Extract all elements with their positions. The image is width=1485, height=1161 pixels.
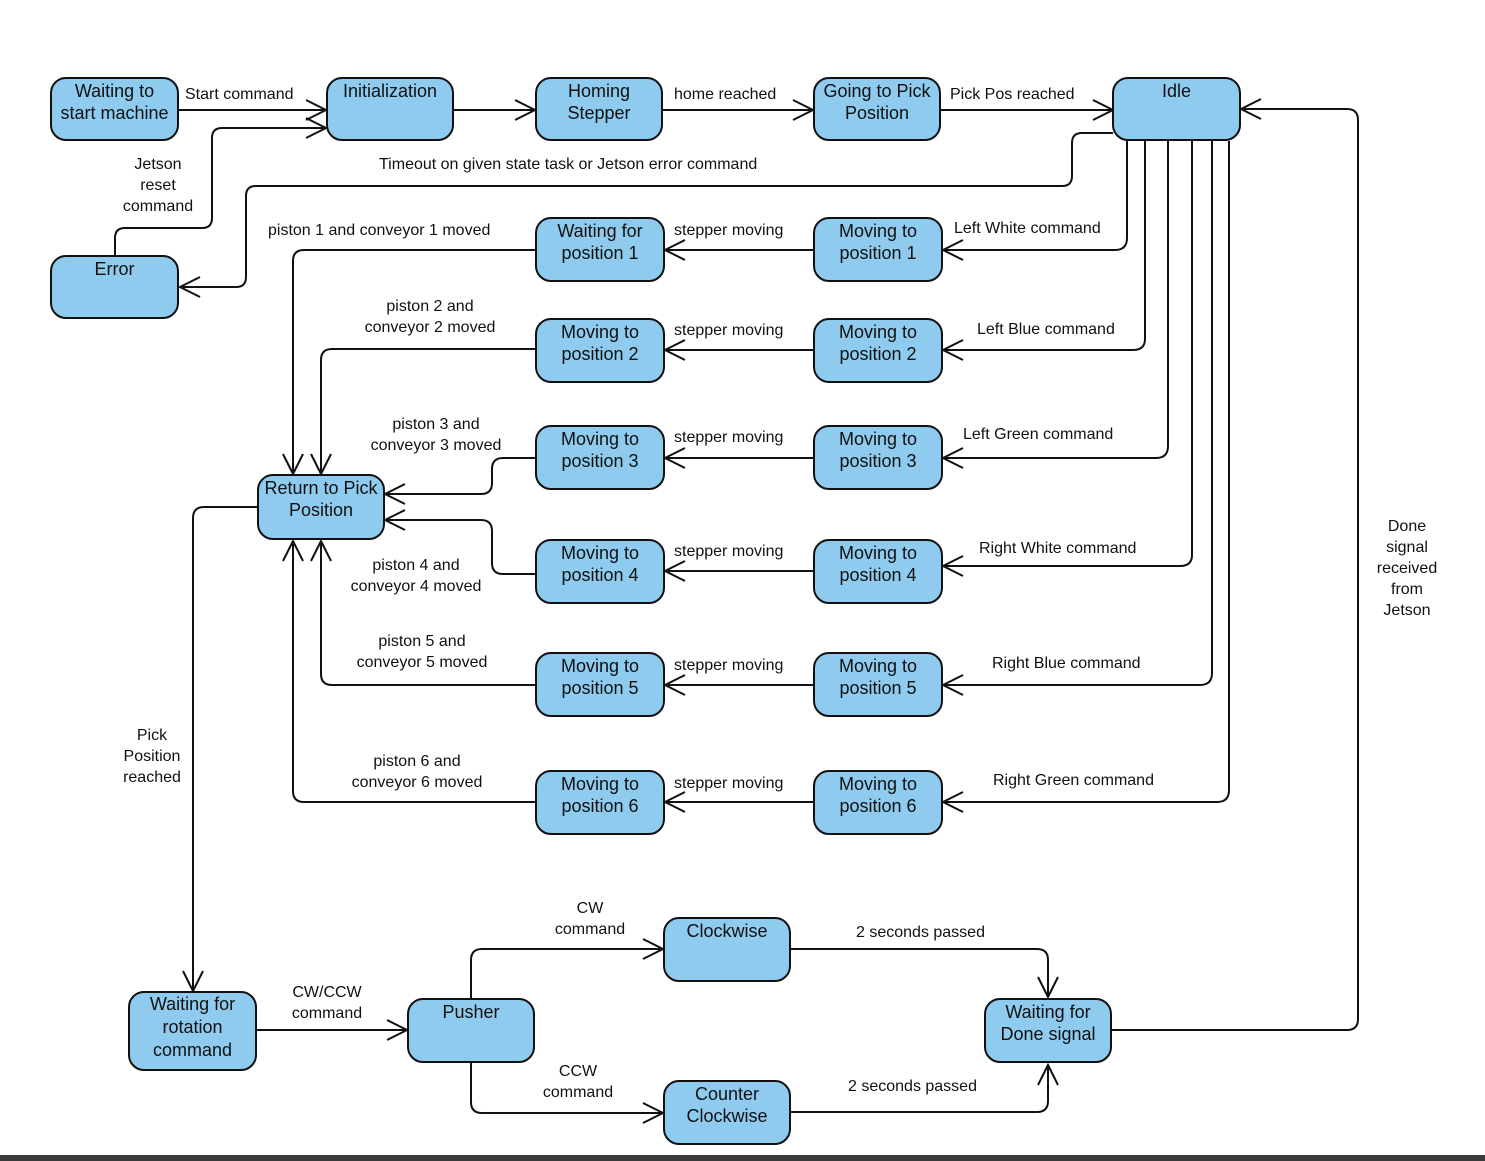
bottom-bar (0, 1155, 1485, 1161)
edge-left-green (943, 141, 1169, 459)
state-label: Homing Stepper (567, 81, 631, 123)
state-label: Moving to position 3 (560, 429, 640, 471)
label-cw-command: CW command (554, 900, 626, 938)
state-label: Moving to position 3 (838, 429, 918, 471)
label-cw-ccw-command: CW/CCW command (291, 984, 363, 1022)
state-moving-position-1: Moving to position 1 (813, 217, 943, 282)
state-label: Idle (1161, 81, 1192, 101)
state-label: Initialization (342, 81, 438, 101)
state-waiting-rotation: Waiting for rotation command (128, 991, 257, 1071)
label-piston5: piston 5 and conveyor 5 moved (356, 633, 488, 671)
state-idle: Idle (1112, 77, 1241, 141)
state-waiting-start: Waiting to start machine (50, 77, 179, 141)
label-left-green: Left Green command (963, 426, 1114, 443)
state-moving-position-6: Moving to position 6 (813, 770, 943, 835)
label-right-white: Right White command (979, 540, 1137, 557)
label-stepper-moving-5: stepper moving (674, 657, 784, 674)
label-2sec-cw: 2 seconds passed (856, 924, 985, 941)
state-return-to-pick: Return to Pick Position (257, 474, 385, 540)
label-piston6: piston 6 and conveyor 6 moved (351, 753, 483, 791)
label-stepper-moving-6: stepper moving (674, 775, 784, 792)
state-moving2-position-3: Moving to position 3 (535, 425, 665, 490)
label-pick-position-reached: Pick Position reached (123, 727, 181, 786)
label-stepper-moving-1: stepper moving (674, 222, 784, 239)
state-moving2-position-2: Moving to position 2 (535, 318, 665, 383)
label-ccw-command: CCW command (542, 1063, 614, 1101)
state-moving2-position-4: Moving to position 4 (535, 539, 665, 604)
label-jetson-reset: Jetson reset command (122, 156, 194, 215)
state-label: Moving to position 6 (560, 774, 640, 816)
state-counter-clockwise: Counter Clockwise (663, 1080, 791, 1145)
label-piston2: piston 2 and conveyor 2 moved (364, 298, 496, 336)
state-label: Clockwise (686, 921, 768, 941)
label-done-signal: Done signal received from Jetson (1376, 518, 1438, 619)
state-label: Moving to position 4 (838, 543, 918, 585)
state-homing-stepper: Homing Stepper (535, 77, 663, 141)
state-moving-position-2: Moving to position 2 (813, 318, 943, 383)
state-moving2-position-5: Moving to position 5 (535, 652, 665, 717)
state-clockwise: Clockwise (663, 917, 791, 982)
state-label: Waiting for Done signal (1000, 1002, 1096, 1044)
state-label: Pusher (442, 1002, 500, 1022)
state-waiting-position-1: Waiting for position 1 (535, 217, 665, 282)
label-2sec-ccw: 2 seconds passed (848, 1078, 977, 1095)
state-moving-position-5: Moving to position 5 (813, 652, 943, 717)
state-label: Moving to position 6 (838, 774, 918, 816)
state-label: Moving to position 2 (838, 322, 918, 364)
edge-right-green (943, 141, 1230, 803)
label-pick-pos-reached: Pick Pos reached (950, 86, 1075, 103)
state-label: Moving to position 2 (560, 322, 640, 364)
label-home-reached: home reached (674, 86, 777, 103)
state-moving2-position-6: Moving to position 6 (535, 770, 665, 835)
state-moving-position-4: Moving to position 4 (813, 539, 943, 604)
state-label: Moving to position 5 (838, 656, 918, 698)
state-label: Return to Pick Position (264, 478, 378, 520)
edge-piston3 (385, 457, 535, 495)
state-label: Counter Clockwise (686, 1084, 768, 1126)
state-pusher: Pusher (407, 998, 535, 1063)
state-label: Moving to position 1 (838, 221, 918, 263)
label-stepper-moving-2: stepper moving (674, 322, 784, 339)
label-start-command: Start command (185, 86, 294, 103)
edge-2sec-cw (791, 948, 1049, 997)
label-stepper-moving-4: stepper moving (674, 543, 784, 560)
state-waiting-done: Waiting for Done signal (984, 998, 1112, 1063)
label-piston1: piston 1 and conveyor 1 moved (268, 222, 491, 239)
edge-done-signal (1111, 108, 1359, 1031)
state-label: Error (94, 259, 135, 279)
state-label: Going to Pick Position (823, 81, 931, 123)
label-timeout-error: Timeout on given state task or Jetson er… (379, 156, 758, 173)
state-going-to-pick: Going to Pick Position (813, 77, 941, 141)
label-piston3: piston 3 and conveyor 3 moved (370, 416, 502, 454)
state-label: Waiting for position 1 (557, 221, 643, 263)
state-label: Moving to position 4 (560, 543, 640, 585)
state-error: Error (50, 255, 179, 319)
label-left-white: Left White command (954, 220, 1101, 237)
state-label: Moving to position 5 (560, 656, 640, 698)
state-label: Waiting for rotation command (149, 994, 236, 1060)
state-moving-position-3: Moving to position 3 (813, 425, 943, 490)
edge-right-white (943, 141, 1193, 567)
edge-cw (470, 948, 663, 999)
label-right-blue: Right Blue command (992, 655, 1141, 672)
label-stepper-moving-3: stepper moving (674, 429, 784, 446)
state-initialization: Initialization (326, 77, 454, 141)
label-left-blue: Left Blue command (977, 321, 1115, 338)
edge-pick-position-reached (192, 506, 257, 991)
label-piston4: piston 4 and conveyor 4 moved (350, 557, 482, 595)
state-label: Waiting to start machine (60, 81, 169, 123)
label-right-green: Right Green command (993, 772, 1154, 789)
